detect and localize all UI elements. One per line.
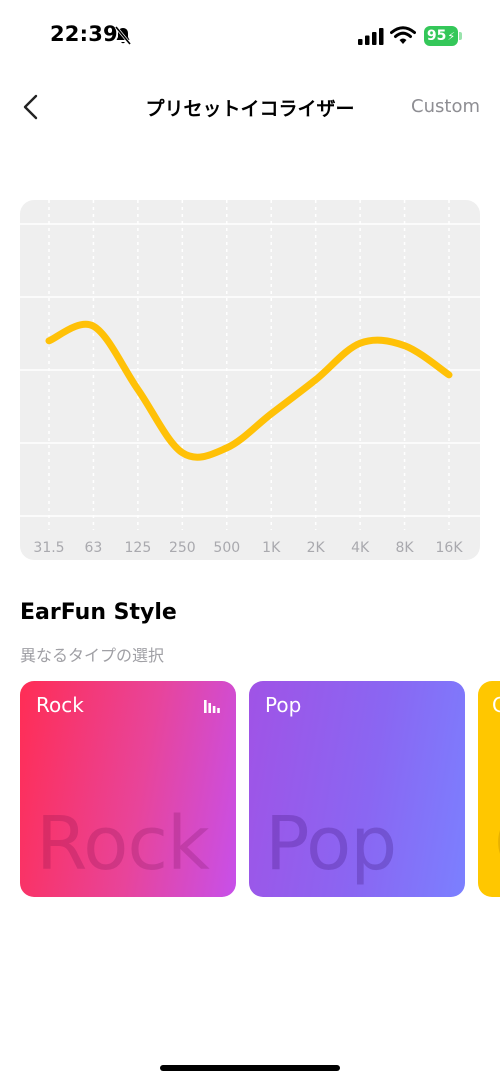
band-label: 2K	[307, 540, 326, 556]
style-card-label: Rock	[36, 693, 84, 717]
signal-icon	[358, 28, 384, 45]
style-card-next[interactable]: C C	[478, 681, 500, 897]
style-card-watermark: Pop	[265, 801, 397, 887]
band-label: 8K	[396, 540, 415, 556]
style-card-list: Rock Rock Pop Pop C C	[20, 681, 500, 897]
battery-nub	[459, 32, 462, 40]
band-label: 125	[125, 540, 152, 556]
nav-bar: プリセットイコライザー Custom	[0, 80, 500, 134]
battery-charging-icon: 95 ⚡	[424, 26, 458, 46]
style-card-rock[interactable]: Rock Rock	[20, 681, 236, 897]
band-label: 31.5	[33, 540, 64, 556]
wifi-icon	[390, 26, 416, 44]
style-card-label: Pop	[265, 693, 302, 717]
band-label: 1K	[262, 540, 281, 556]
bolt-icon: ⚡	[447, 29, 456, 43]
style-card-watermark: Rock	[36, 801, 210, 887]
section-title: EarFun Style	[20, 600, 177, 625]
equalizer-bars-icon	[204, 700, 220, 713]
section-subtitle: 異なるタイプの選択	[20, 646, 165, 665]
band-label: 4K	[351, 540, 370, 556]
band-label: 500	[213, 540, 240, 556]
home-indicator	[160, 1065, 340, 1071]
equalizer-graph[interactable]: 31.5 63 125 250 500 1K 2K 4K 8K 16K	[20, 200, 480, 560]
custom-button[interactable]: Custom	[411, 96, 480, 117]
equalizer-chart: 31.5 63 125 250 500 1K 2K 4K 8K 16K	[20, 200, 480, 556]
style-card-label: C	[492, 693, 500, 717]
bell-slash-icon	[114, 26, 132, 45]
band-label: 16K	[436, 540, 464, 556]
battery-level: 95	[426, 28, 447, 44]
band-label: 250	[169, 540, 196, 556]
band-label: 63	[85, 540, 103, 556]
status-bar: 22:39 95 ⚡	[0, 0, 500, 70]
equalizer-curve	[45, 320, 453, 461]
status-time: 22:39	[50, 22, 118, 46]
style-card-watermark: C	[494, 807, 500, 881]
style-card-pop[interactable]: Pop Pop	[249, 681, 465, 897]
